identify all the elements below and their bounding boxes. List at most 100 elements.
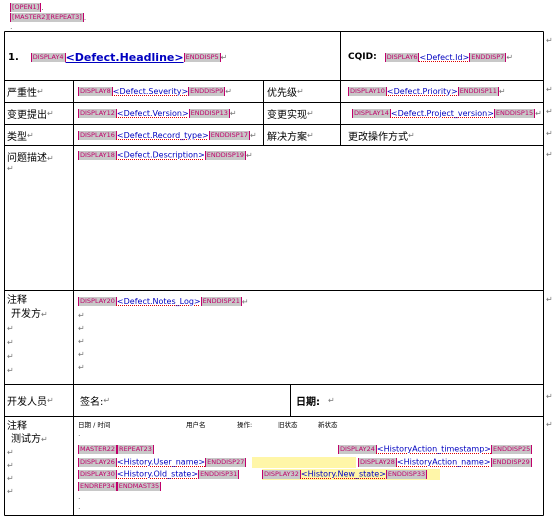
display-tag-10: DISPLAY10 bbox=[348, 86, 387, 96]
priority-label-cell: 优先级 ↵ bbox=[267, 83, 304, 99]
version-value-cell: DISPLAY12 <Defect.Version> ENDDISP13 ↵ bbox=[78, 108, 237, 118]
project-version-value-cell: DISPLAY14 <Defect.Project_version> ENDDI… bbox=[352, 108, 542, 118]
display-tag-4: DISPLAY4 bbox=[30, 52, 66, 62]
history-user-line: DISPLAY26 <History.User_name> ENDDISP27 bbox=[78, 457, 247, 468]
row-end-mark-3: ↵ bbox=[546, 107, 553, 116]
version-label: 变更提出 bbox=[7, 109, 47, 121]
history-user-field[interactable]: <History.User_name> bbox=[117, 458, 205, 467]
solution-label-cell: 解决方案 ↵ bbox=[267, 127, 314, 143]
row-end-mark-7: ↵ bbox=[546, 392, 553, 401]
test-notes-label: 注释 bbox=[7, 421, 27, 432]
display-tag-26: DISPLAY26 bbox=[78, 457, 117, 467]
enddisp-tag-15: ENDDISP15 bbox=[493, 108, 536, 118]
priority-label: 优先级 bbox=[267, 87, 297, 99]
row-end-mark-5: ↵ bbox=[546, 150, 553, 159]
history-old-state-line: DISPLAY30 <History.Old_state> ENDDISP31 bbox=[78, 469, 240, 480]
history-master-line: MASTER22 REPEAT23 bbox=[78, 444, 154, 455]
solution-value[interactable]: 更改操作方式 bbox=[348, 128, 408, 143]
history-action-field[interactable]: <HistoryAction_name> bbox=[397, 458, 491, 467]
row-end-mark-6: ↵ bbox=[546, 295, 553, 304]
history-new-state-field[interactable]: <History.New_state> bbox=[301, 470, 386, 479]
version-field[interactable]: <Defect.Version> bbox=[117, 109, 189, 118]
headline-row: 1. DISPLAY4 <Defect.Headline> ENDDISP5 ↵ bbox=[8, 50, 228, 64]
display-tag-18: DISPLAY18 bbox=[78, 150, 117, 160]
enddisp-tag-19: ENDDISP19 bbox=[204, 150, 247, 160]
display-tag-24: DISPLAY24 bbox=[338, 444, 377, 454]
record-type-field[interactable]: <Defect.Record_type> bbox=[117, 131, 209, 140]
history-col-new: 新状态 bbox=[318, 421, 338, 429]
history-timestamp-line: DISPLAY24 <HistoryAction_timestamp> ENDDIS… bbox=[338, 444, 533, 455]
repeat-tag-23: REPEAT23 bbox=[117, 444, 154, 454]
enddisp-tag-9: ENDDISP9 bbox=[188, 86, 226, 96]
date-cell: 日期: ↵ bbox=[296, 392, 335, 408]
display-tag-30: DISPLAY30 bbox=[78, 469, 117, 479]
enddisp-tag-17: ENDDISP17 bbox=[208, 130, 250, 140]
description-field[interactable]: <Defect.Description> bbox=[117, 151, 205, 160]
type-value-cell: DISPLAY16 <Defect.Record_type> ENDDISP17… bbox=[78, 130, 257, 140]
history-action-line: DISPLAY28 <HistoryAction_name> ENDDISP29 bbox=[358, 457, 532, 468]
priority-value-cell: DISPLAY10 <Defect.Priority> ENDDISP11 ↵ bbox=[348, 86, 506, 96]
project-version-label: 变更实现 bbox=[267, 109, 307, 121]
display-tag-14: DISPLAY14 bbox=[352, 108, 391, 118]
project-version-field[interactable]: <Defect.Project_version> bbox=[391, 109, 494, 118]
history-old-state-field[interactable]: <History.Old_state> bbox=[117, 470, 198, 479]
priority-field[interactable]: <Defect.Priority> bbox=[387, 87, 458, 96]
row-end-mark-4: ↵ bbox=[546, 129, 553, 138]
enddisp-tag-21: ENDDISP21 bbox=[200, 297, 242, 306]
version-label-cell: 变更提出 ↵ bbox=[7, 105, 54, 121]
project-version-label-cell: 变更实现 ↵ bbox=[267, 105, 314, 121]
developer-label: 开发人员 bbox=[7, 396, 47, 408]
enddisp-tag-29: ENDDISP29 bbox=[490, 457, 532, 467]
master-tag-22: MASTER22 bbox=[78, 444, 118, 454]
display-tag-16: DISPLAY16 bbox=[78, 130, 117, 140]
test-notes-label-cell: 注释 测试方↵ ↵ ↵ ↵ ↵ bbox=[7, 421, 48, 496]
severity-label: 严重性 bbox=[7, 87, 37, 99]
item-number: 1. bbox=[8, 51, 19, 63]
history-new-state-line: DISPLAY32 <History.New_state> ENDDISP33 bbox=[262, 469, 428, 480]
dev-notes-label: 注释 bbox=[7, 295, 27, 306]
type-label-cell: 类型 ↵ bbox=[7, 127, 34, 143]
history-timestamp-field[interactable]: <HistoryAction_timestamp> bbox=[377, 445, 491, 454]
severity-label-cell: 严重性 ↵ bbox=[7, 83, 44, 99]
highlight-band bbox=[252, 457, 356, 468]
endrep-tag-34: ENDREP34 bbox=[78, 481, 117, 491]
severity-field[interactable]: <Defect.Severity> bbox=[113, 87, 188, 96]
enddisp-tag-11: ENDDISP11 bbox=[457, 86, 499, 96]
enddisp-tag-13: ENDDISP13 bbox=[188, 108, 230, 118]
table-grid bbox=[4, 31, 544, 516]
row-end-mark-8: ↵ bbox=[546, 420, 553, 429]
date-label: 日期: bbox=[296, 396, 320, 408]
solution-label: 解决方案 bbox=[267, 131, 307, 143]
history-col-date: 日期 / 时间 bbox=[78, 421, 111, 429]
signature-cell: 签名: ↵ bbox=[80, 392, 110, 408]
test-party-label: 测试方 bbox=[11, 434, 41, 445]
history-col-op: 操作: bbox=[237, 421, 253, 429]
row-end-mark-2: ↵ bbox=[546, 85, 553, 94]
row-end-mark-1: ↵ bbox=[546, 36, 553, 45]
dev-notes-value-cell: DISPLAY20 <Defect.Notes_Log> ENDDISP21 ↵ ↵ … bbox=[78, 297, 249, 372]
headline-field[interactable]: <Defect.Headline> bbox=[66, 51, 184, 64]
cqid-label: CQID: bbox=[348, 52, 377, 62]
notes-log-field[interactable]: <Defect.Notes_Log> bbox=[117, 297, 201, 306]
display-tag-6: DISPLAY6 bbox=[384, 52, 420, 62]
dev-notes-label-cell: 注释 开发方↵ ↵ ↵ ↵ ↵ bbox=[7, 295, 48, 375]
history-end-line: ENDREP34 ENDMAST35 bbox=[78, 481, 162, 492]
severity-value-cell: DISPLAY8 <Defect.Severity> ENDDISP9 ↵ bbox=[78, 86, 232, 96]
display-tag-32: DISPLAY32 bbox=[262, 469, 301, 479]
defect-id-field[interactable]: <Defect.Id> bbox=[419, 53, 469, 62]
description-label-cell: 问题描述↵ ↵ bbox=[7, 153, 54, 173]
solution-value-cell: 更改操作方式 ↵ bbox=[348, 127, 415, 143]
display-tag-20: DISPLAY20 bbox=[78, 297, 117, 306]
signature-label: 签名: bbox=[80, 396, 104, 408]
enddisp-tag-33: ENDDISP33 bbox=[385, 469, 428, 479]
enddisp-tag-7: ENDDISP7 bbox=[469, 52, 507, 62]
display-tag-28: DISPLAY28 bbox=[358, 457, 397, 467]
enddisp-tag-25: ENDDISP25 bbox=[491, 444, 533, 454]
history-col-user: 用户名 bbox=[186, 421, 206, 429]
enddisp-tag-27: ENDDISP27 bbox=[205, 457, 247, 467]
dev-party-label: 开发方 bbox=[11, 309, 41, 320]
cqid-cell: CQID: DISPLAY6 <Defect.Id> ENDDISP7 ↵ bbox=[348, 52, 514, 62]
display-tag-8: DISPLAY8 bbox=[78, 86, 113, 96]
description-value-cell: DISPLAY18 <Defect.Description> ENDDISP19 ↵ bbox=[78, 150, 253, 160]
enddisp-tag-31: ENDDISP31 bbox=[198, 469, 240, 479]
